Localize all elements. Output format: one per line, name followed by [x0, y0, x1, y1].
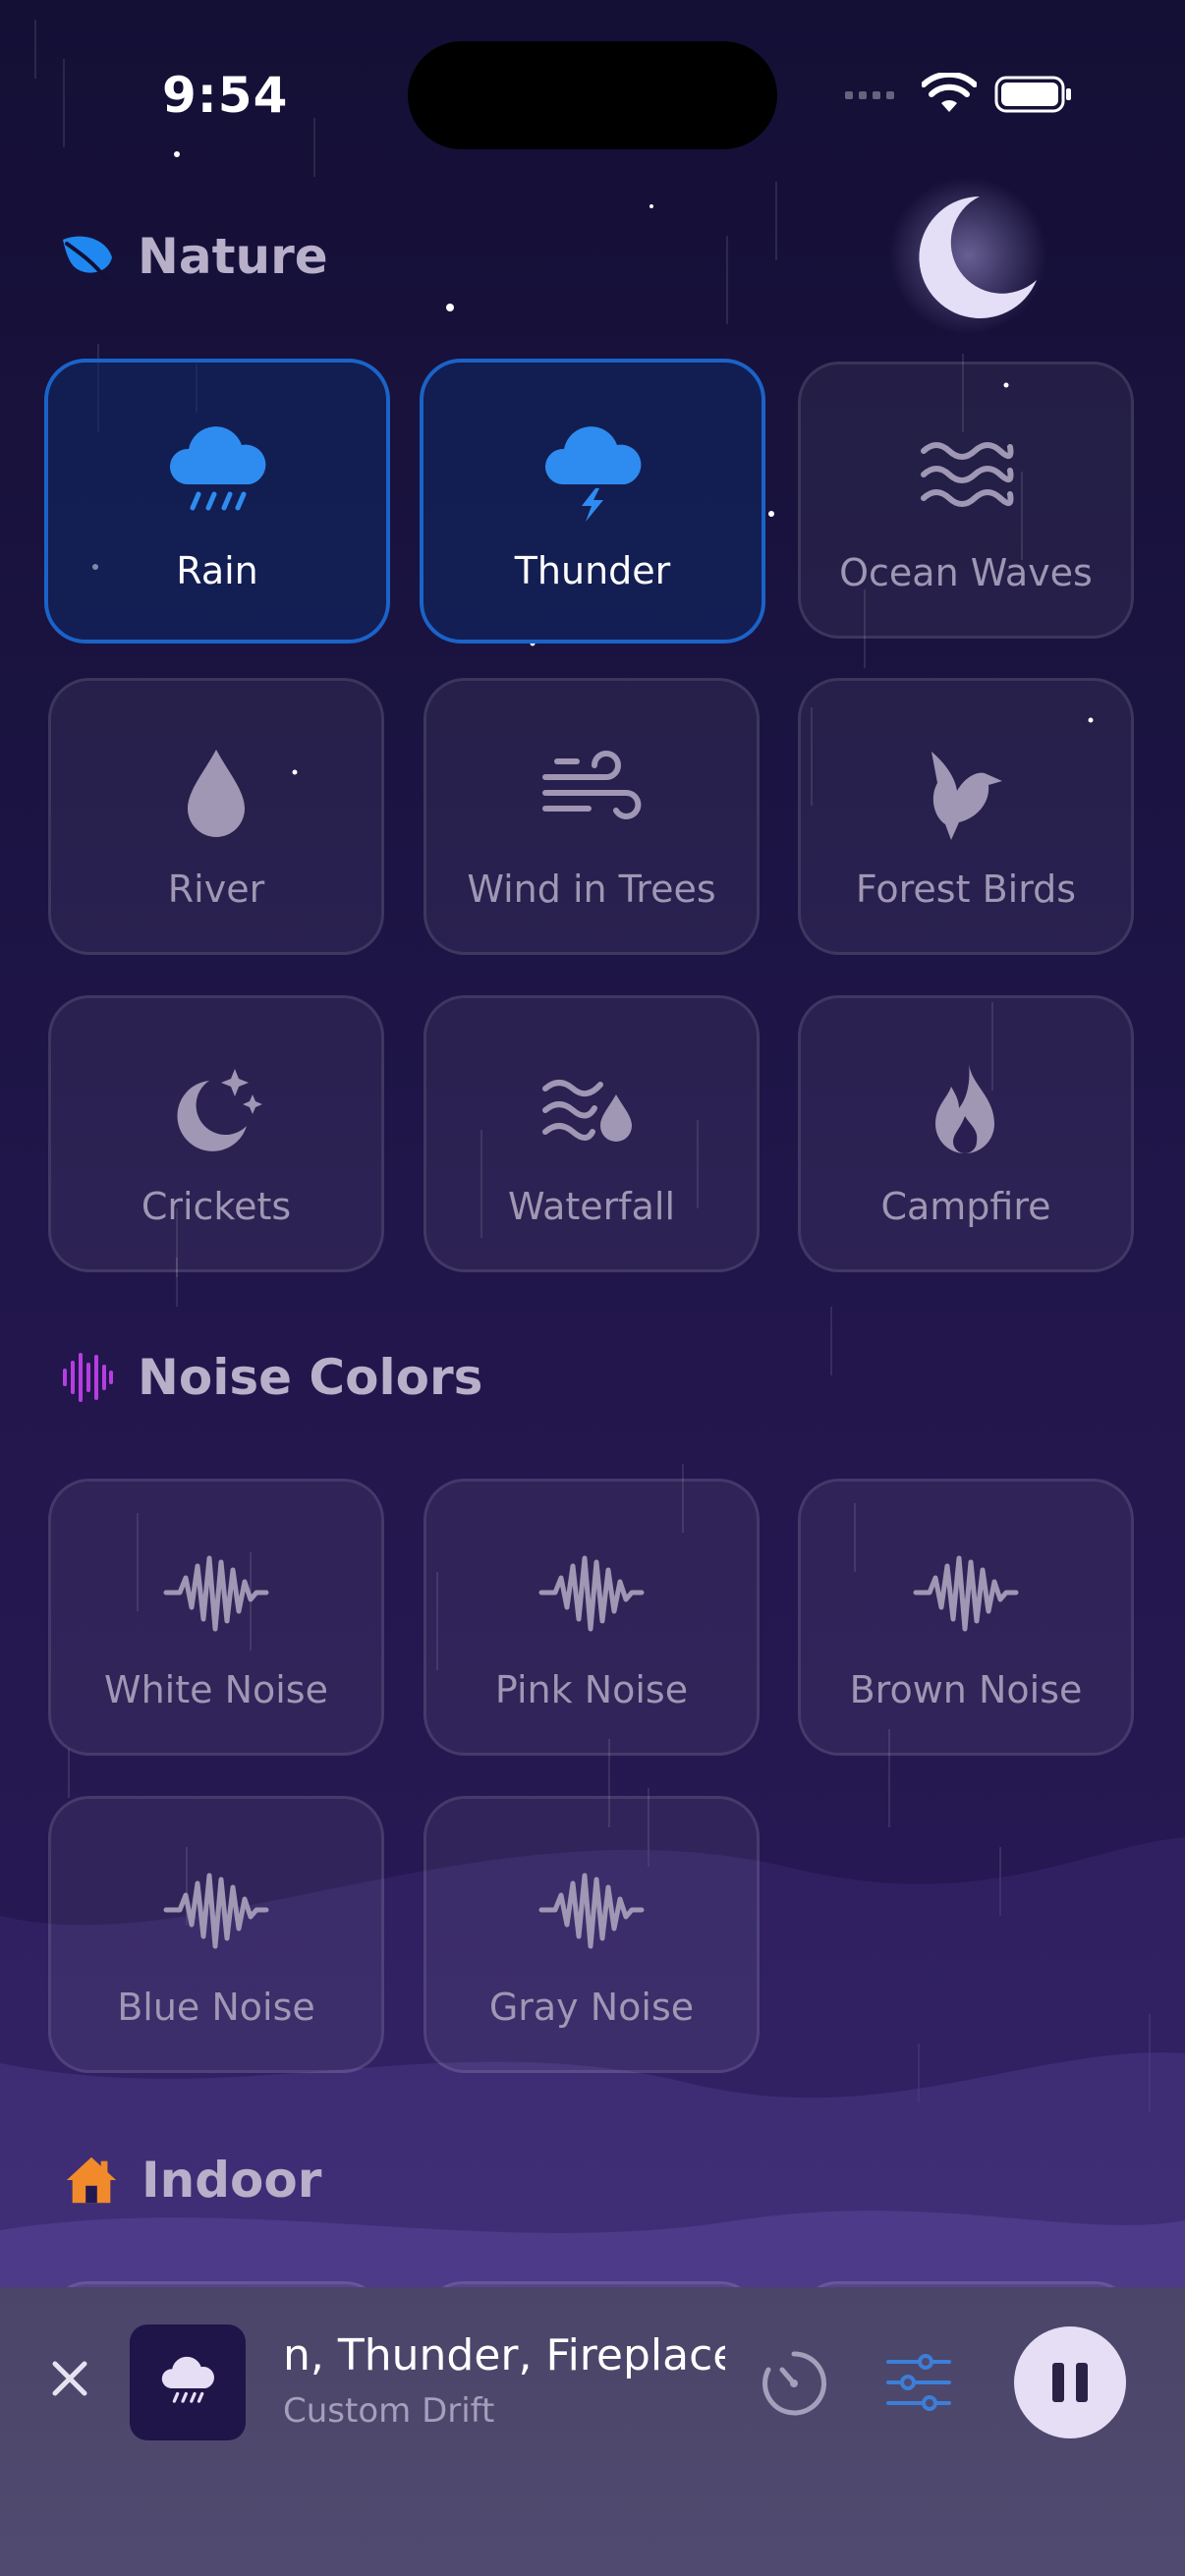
- section-nature: Nature: [59, 228, 328, 285]
- section-noise-colors-title: Noise Colors: [138, 1349, 483, 1406]
- pause-icon: [1052, 2363, 1088, 2402]
- dynamic-island: [408, 41, 777, 149]
- waveform-icon: [59, 1349, 116, 1406]
- water-waves-drop-icon: [537, 1055, 646, 1163]
- tile-river-label: River: [167, 868, 265, 911]
- sliders-icon: [886, 2354, 951, 2411]
- tile-thunder-label: Thunder: [514, 549, 671, 592]
- cellular-signal-icon: [845, 87, 904, 106]
- tile-white-noise[interactable]: White Noise: [48, 1479, 384, 1756]
- house-icon: [63, 2152, 120, 2209]
- close-player-button[interactable]: [47, 2356, 92, 2401]
- close-icon: [52, 2361, 87, 2396]
- tile-brown-noise[interactable]: Brown Noise: [798, 1479, 1134, 1756]
- section-noise-colors: Noise Colors: [59, 1349, 482, 1406]
- tile-crickets[interactable]: Crickets: [48, 995, 384, 1272]
- tile-white-noise-label: White Noise: [104, 1668, 328, 1711]
- status-time: 9:54: [162, 67, 289, 124]
- leaf-icon: [59, 228, 116, 285]
- wifi-icon: [921, 71, 978, 120]
- tile-campfire-label: Campfire: [880, 1185, 1051, 1228]
- section-indoor: Indoor: [63, 2152, 321, 2209]
- tile-forest-birds-label: Forest Birds: [855, 868, 1077, 911]
- tile-wind-in-trees[interactable]: Wind in Trees: [423, 678, 760, 955]
- tile-pink-noise[interactable]: Pink Noise: [423, 1479, 760, 1756]
- tile-waterfall-label: Waterfall: [507, 1185, 676, 1228]
- tile-gray-noise-label: Gray Noise: [488, 1986, 695, 2029]
- tile-crickets-label: Crickets: [141, 1185, 292, 1228]
- sleep-timer-button[interactable]: [757, 2346, 831, 2421]
- moon-stars-icon: [162, 1055, 270, 1163]
- tile-ocean-waves[interactable]: Ocean Waves: [798, 362, 1134, 639]
- tile-blue-noise[interactable]: Blue Noise: [48, 1796, 384, 2073]
- waveform-icon: [162, 1856, 270, 1964]
- wind-icon: [537, 738, 646, 846]
- moon-icon: [889, 177, 1046, 334]
- section-nature-title: Nature: [138, 228, 328, 285]
- tile-rain-label: Rain: [176, 549, 258, 592]
- tile-thunder[interactable]: Thunder: [420, 359, 765, 644]
- drop-icon: [162, 738, 270, 846]
- tile-river[interactable]: River: [48, 678, 384, 955]
- cloud-rain-icon: [161, 2356, 214, 2403]
- status-icons: [845, 69, 1073, 124]
- pause-button[interactable]: [1014, 2326, 1126, 2438]
- tile-rain[interactable]: Rain: [44, 359, 390, 644]
- now-playing-subtitle: Custom Drift: [283, 2391, 495, 2431]
- mixer-button[interactable]: [884, 2348, 953, 2417]
- waveform-icon: [912, 1539, 1020, 1647]
- cloud-rain-icon: [163, 420, 271, 528]
- tile-campfire[interactable]: Campfire: [798, 995, 1134, 1272]
- waveform-icon: [162, 1539, 270, 1647]
- tile-wind-in-trees-label: Wind in Trees: [467, 868, 716, 911]
- timer-icon: [762, 2351, 826, 2416]
- waveform-icon: [537, 1539, 646, 1647]
- tile-ocean-waves-label: Ocean Waves: [839, 551, 1093, 594]
- section-indoor-title: Indoor: [141, 2152, 322, 2209]
- tile-gray-noise[interactable]: Gray Noise: [423, 1796, 760, 2073]
- bird-icon: [912, 738, 1020, 846]
- now-playing-title[interactable]: n, Thunder, Fireplace: [283, 2330, 725, 2380]
- tile-forest-birds[interactable]: Forest Birds: [798, 678, 1134, 955]
- flame-icon: [912, 1055, 1020, 1163]
- battery-icon: [994, 74, 1073, 119]
- waves-icon: [912, 421, 1020, 530]
- cloud-bolt-icon: [538, 420, 647, 528]
- tile-blue-noise-label: Blue Noise: [117, 1986, 315, 2029]
- tile-pink-noise-label: Pink Noise: [494, 1668, 689, 1711]
- waveform-icon: [537, 1856, 646, 1964]
- tile-brown-noise-label: Brown Noise: [849, 1668, 1083, 1711]
- now-playing-artwork[interactable]: [130, 2324, 246, 2440]
- tile-waterfall[interactable]: Waterfall: [423, 995, 760, 1272]
